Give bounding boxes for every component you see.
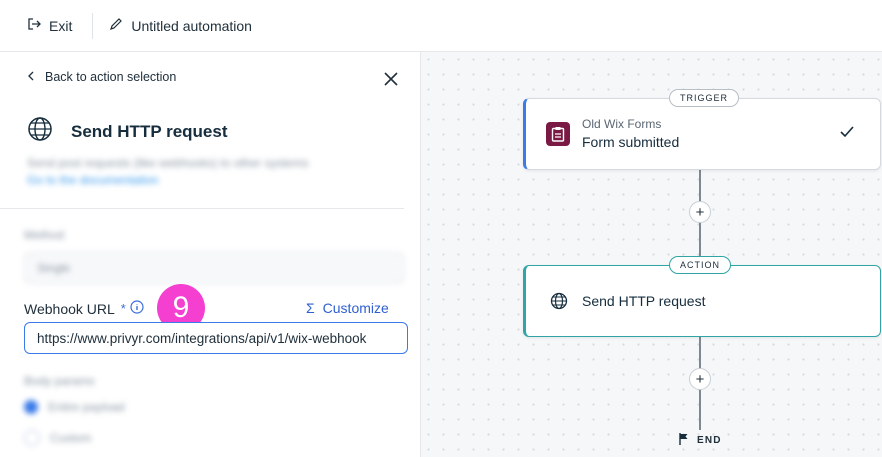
globe-icon [27,116,53,147]
radio-selected-icon [24,400,38,414]
exit-icon [27,17,41,34]
chevron-left-icon [27,70,35,84]
back-to-action-selection[interactable]: Back to action selection [27,70,176,84]
automation-title-text: Untitled automation [131,17,252,34]
webhook-url-label-text: Webhook URL [24,300,115,317]
radio-unselected-icon [24,430,40,446]
radio-label: Custom [50,431,92,445]
flag-icon [679,433,689,448]
radio-label: Entire payload [48,400,125,414]
automation-canvas[interactable]: + + Old Wix Forms Form submitted TRIGGER… [421,52,882,457]
panel-header: Send HTTP request [27,116,228,147]
top-bar: Exit Untitled automation [0,0,882,52]
radio-custom[interactable]: Custom [24,430,91,446]
add-step-button[interactable]: + [689,201,711,223]
radio-entire-payload[interactable]: Entire payload [24,400,125,414]
action-tag: ACTION [669,256,732,274]
trigger-card[interactable]: Old Wix Forms Form submitted [523,98,881,170]
action-card[interactable]: Send HTTP request [523,265,881,337]
exit-button[interactable]: Exit [0,0,92,51]
trigger-event-name: Form submitted [582,134,680,150]
body-params-label: Body params [24,374,95,388]
automation-title[interactable]: Untitled automation [93,17,252,34]
checkmark-icon [840,125,854,143]
trigger-tag: TRIGGER [669,89,740,107]
required-indicator: * [120,301,126,316]
back-label: Back to action selection [45,70,177,84]
method-label: Method [24,228,65,242]
end-marker: END [679,433,722,448]
panel-title: Send HTTP request [71,121,228,141]
close-icon[interactable] [384,72,402,90]
description-text: Send post requests (like webhooks) to ot… [27,156,309,170]
section-divider [0,208,404,209]
webhook-url-label: Webhook URL * [24,300,144,317]
customize-label: Customize [322,300,389,316]
info-icon[interactable] [130,300,144,317]
customize-button[interactable]: Σ Customize [306,300,389,316]
sigma-icon: Σ [306,300,315,316]
action-title: Send HTTP request [582,293,706,309]
panel-description: Send post requests (like webhooks) to ot… [27,155,317,189]
webhook-url-input[interactable] [24,322,408,354]
action-settings-panel: Back to action selection Send HTTP reque… [0,52,421,457]
method-value: Single [37,261,71,275]
globe-icon [550,292,568,315]
end-label: END [697,435,722,446]
add-step-button[interactable]: + [689,368,711,390]
method-select[interactable]: Single [24,252,404,284]
pencil-icon [109,17,123,34]
trigger-app-name: Old Wix Forms [582,117,662,131]
exit-label: Exit [49,17,73,34]
documentation-link[interactable]: Go to the documentation [27,172,317,189]
clipboard-icon [546,122,570,146]
